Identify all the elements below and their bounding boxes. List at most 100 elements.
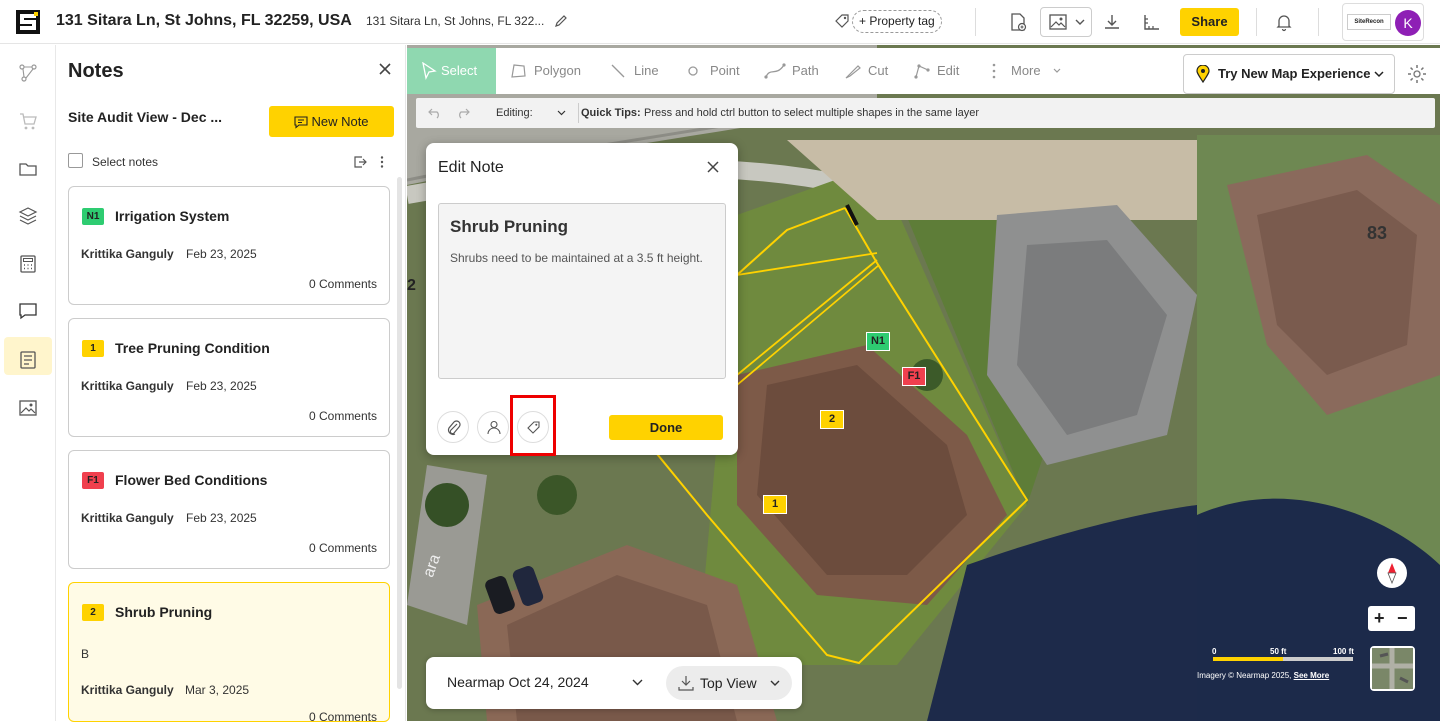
polygon-icon	[511, 64, 526, 78]
cart-icon[interactable]	[18, 111, 38, 131]
new-note-button[interactable]: New Note	[269, 106, 394, 137]
imagery-date[interactable]: Nearmap Oct 24, 2024	[447, 674, 589, 690]
measure-icon[interactable]	[1142, 12, 1162, 32]
note-card[interactable]: F1 Flower Bed Conditions Krittika Gangul…	[68, 450, 390, 569]
note-comments[interactable]: 0 Comments	[309, 710, 377, 724]
edit-note-dialog: Edit Note Shrub Pruning Shrubs need to b…	[426, 143, 738, 456]
map-pin-icon	[1196, 65, 1210, 83]
tool-line[interactable]: Line	[610, 48, 659, 94]
more-vertical-icon[interactable]	[375, 155, 389, 169]
close-icon[interactable]	[706, 160, 720, 174]
tool-label: Select	[441, 63, 478, 78]
path-icon	[764, 63, 786, 79]
note-author: Krittika Ganguly	[81, 511, 174, 525]
try-new-map-dropdown[interactable]: Try New Map Experience	[1183, 54, 1395, 94]
tool-edit[interactable]: Edit	[913, 48, 959, 94]
chevron-down-icon[interactable]	[557, 110, 566, 116]
house-number-label: 83	[1367, 223, 1388, 243]
note-title: Flower Bed Conditions	[115, 472, 268, 488]
workflow-icon[interactable]	[18, 63, 38, 83]
redo-icon[interactable]	[456, 107, 470, 119]
note-author: Krittika Ganguly	[81, 683, 174, 697]
gallery-icon[interactable]	[18, 398, 38, 418]
select-notes-checkbox[interactable]	[68, 153, 83, 168]
zoom-out-icon[interactable]: −	[1397, 608, 1408, 629]
note-badge: N1	[82, 208, 104, 225]
attach-button[interactable]	[437, 411, 469, 443]
notes-panel-title: Notes	[68, 60, 124, 82]
minimap-toggle[interactable]	[1370, 646, 1415, 691]
note-card[interactable]: 1 Tree Pruning Condition Krittika Gangul…	[68, 318, 390, 437]
calculator-icon[interactable]	[18, 254, 38, 274]
compass-needle-icon	[1387, 563, 1397, 584]
note-comments[interactable]: 0 Comments	[309, 541, 377, 555]
quick-tips-label: Quick Tips:	[581, 107, 641, 119]
avatar[interactable]: K	[1395, 10, 1421, 36]
notification-bell-icon[interactable]	[1274, 12, 1294, 32]
account-menu[interactable]: SiteRecon K	[1342, 3, 1424, 41]
report-icon[interactable]	[18, 350, 38, 370]
note-badge: 2	[82, 604, 104, 621]
note-editor-body[interactable]: Shrubs need to be maintained at a 3.5 ft…	[450, 250, 710, 266]
note-comments[interactable]: 0 Comments	[309, 277, 377, 291]
note-editor[interactable]: Shrub Pruning Shrubs need to be maintain…	[438, 203, 726, 379]
done-button[interactable]: Done	[609, 415, 723, 440]
note-card[interactable]: N1 Irrigation System Krittika Ganguly Fe…	[68, 186, 390, 305]
view-name[interactable]: Site Audit View - Dec ...	[68, 109, 222, 125]
property-tag-button[interactable]: + Property tag	[852, 10, 942, 33]
notes-panel: Notes Site Audit View - Dec ... New Note…	[57, 45, 406, 724]
tool-label: Line	[634, 63, 659, 78]
new-note-label: New Note	[311, 114, 369, 129]
map-view[interactable]: 83 2 ara N1 F1 2 1 Select Polygon Line P…	[407, 45, 1440, 721]
cursor-icon	[422, 62, 437, 80]
select-notes-label: Select notes	[92, 155, 159, 169]
note-comments[interactable]: 0 Comments	[309, 409, 377, 423]
try-map-label: Try New Map Experience	[1218, 66, 1371, 81]
top-bar: 131 Sitara Ln, St Johns, FL 32259, USA 1…	[0, 0, 1440, 44]
download-icon[interactable]	[1102, 12, 1122, 32]
notes-chat-icon[interactable]	[18, 301, 38, 321]
download-tray-icon	[678, 676, 694, 691]
compass-button[interactable]	[1377, 558, 1407, 588]
see-more-link[interactable]: See More	[1294, 671, 1330, 680]
tool-label: More	[1011, 63, 1041, 78]
property-address-short[interactable]: 131 Sitara Ln, St Johns, FL 322...	[366, 14, 544, 28]
map-marker-n1[interactable]: N1	[866, 332, 890, 351]
zoom-in-icon[interactable]: +	[1374, 608, 1385, 629]
share-button[interactable]: Share	[1180, 8, 1239, 36]
gear-icon[interactable]	[1407, 64, 1427, 84]
export-icon[interactable]	[353, 155, 367, 169]
tool-select[interactable]: Select	[407, 48, 496, 94]
undo-icon[interactable]	[428, 107, 442, 119]
drawing-toolbar: Select Polygon Line Point Path Cut Edit	[407, 48, 1440, 94]
layers-icon[interactable]	[18, 206, 38, 226]
scale-bar	[1213, 657, 1353, 661]
chevron-down-icon[interactable]	[632, 679, 643, 686]
tool-polygon[interactable]: Polygon	[510, 48, 581, 94]
note-author: Krittika Ganguly	[81, 247, 174, 261]
siterecon-logo-icon[interactable]	[16, 10, 40, 34]
imagery-dropdown[interactable]	[1040, 7, 1092, 37]
tool-label: Polygon	[534, 63, 581, 78]
divider	[578, 103, 579, 123]
divider	[1318, 8, 1319, 36]
assign-user-button[interactable]	[477, 411, 509, 443]
close-icon[interactable]	[377, 61, 393, 77]
view-mode-dropdown[interactable]: Top View	[666, 666, 792, 700]
note-date: Feb 23, 2025	[186, 511, 257, 525]
scale-label: 100 ft	[1333, 647, 1354, 656]
map-marker-2[interactable]: 2	[820, 410, 844, 429]
add-document-icon[interactable]	[1008, 12, 1028, 32]
tool-path[interactable]: Path	[764, 48, 819, 94]
tool-point[interactable]: Point	[687, 48, 740, 94]
note-card-selected[interactable]: 2 Shrub Pruning B Krittika Ganguly Mar 3…	[68, 582, 390, 724]
tag-icon	[835, 14, 849, 28]
map-marker-1[interactable]: 1	[763, 495, 787, 514]
notes-scrollbar[interactable]	[397, 177, 402, 689]
map-marker-f1[interactable]: F1	[902, 367, 926, 386]
tool-cut[interactable]: Cut	[844, 48, 888, 94]
folder-icon[interactable]	[18, 159, 38, 179]
tool-more[interactable]: More	[991, 48, 1061, 94]
edit-pencil-icon[interactable]	[554, 14, 568, 28]
note-editor-title[interactable]: Shrub Pruning	[450, 217, 568, 237]
